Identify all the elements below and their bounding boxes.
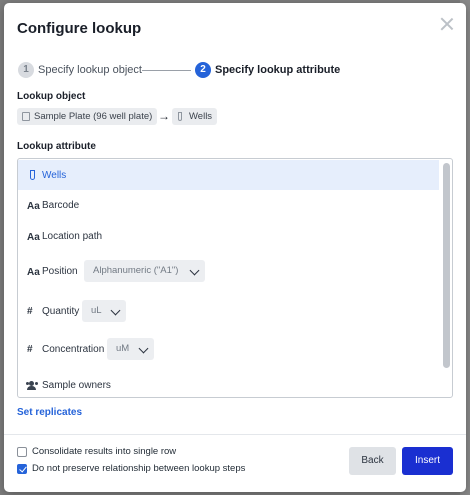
step-1-label[interactable]: Specify lookup object bbox=[38, 64, 142, 76]
chevron-down-icon bbox=[110, 305, 121, 316]
plate-icon bbox=[22, 112, 30, 121]
concentration-unit-select[interactable]: uM bbox=[107, 338, 154, 360]
select-value: Alphanumeric ("A1") bbox=[93, 265, 179, 276]
text-type-icon: Aa bbox=[27, 201, 40, 212]
consolidate-results-label: Consolidate results into single row bbox=[32, 446, 177, 457]
attribute-label: Position bbox=[42, 266, 78, 277]
select-value: uM bbox=[116, 343, 130, 354]
attribute-item-quantity[interactable]: # Quantity uL bbox=[18, 294, 439, 330]
step-2-number: 2 bbox=[195, 62, 211, 78]
attribute-label: Location path bbox=[42, 231, 103, 242]
dialog-title: Configure lookup bbox=[17, 20, 142, 37]
configure-lookup-dialog: Configure lookup 1 Specify lookup object… bbox=[4, 3, 466, 492]
chip-wells-label: Wells bbox=[189, 111, 213, 122]
attribute-item-sample-owners[interactable]: Sample owners bbox=[18, 370, 439, 397]
position-format-select[interactable]: Alphanumeric ("A1") bbox=[84, 260, 205, 282]
attribute-label: Quantity bbox=[42, 306, 80, 317]
set-replicates-link[interactable]: Set replicates bbox=[17, 407, 82, 418]
insert-button[interactable]: Insert bbox=[402, 447, 453, 475]
attribute-label: Concentration bbox=[42, 344, 105, 355]
stepper: 1 Specify lookup object 2 Specify lookup… bbox=[17, 61, 457, 79]
arrow-right-icon: → bbox=[158, 109, 170, 123]
tube-icon bbox=[30, 170, 35, 180]
text-type-icon: Aa bbox=[27, 232, 40, 243]
quantity-unit-select[interactable]: uL bbox=[82, 300, 126, 322]
preserve-relationship-checkbox[interactable] bbox=[17, 464, 27, 474]
attribute-item-concentration[interactable]: # Concentration uM bbox=[18, 332, 439, 368]
step-connector bbox=[142, 70, 191, 71]
lookup-object-chip-plate: Sample Plate (96 well plate) bbox=[17, 108, 158, 125]
text-type-icon: Aa bbox=[27, 267, 40, 278]
attribute-item-barcode[interactable]: Aa Barcode bbox=[18, 190, 439, 220]
chip-plate-label: Sample Plate (96 well plate) bbox=[34, 111, 153, 122]
number-type-icon: # bbox=[27, 344, 33, 355]
attribute-label: Sample owners bbox=[42, 380, 111, 391]
people-icon bbox=[26, 381, 38, 390]
attribute-item-position[interactable]: Aa Position Alphanumeric ("A1") bbox=[18, 252, 439, 290]
consolidate-results-checkbox[interactable] bbox=[17, 447, 27, 457]
attribute-label: Barcode bbox=[42, 200, 80, 211]
select-value: uL bbox=[91, 305, 102, 316]
attribute-list: Wells Aa Barcode Aa Location path Aa Pos… bbox=[17, 158, 453, 398]
step-2-label: Specify lookup attribute bbox=[215, 64, 341, 76]
attribute-item-location-path[interactable]: Aa Location path bbox=[18, 221, 439, 251]
number-type-icon: # bbox=[27, 306, 33, 317]
attribute-item-wells[interactable]: Wells bbox=[18, 160, 439, 190]
lookup-attribute-label: Lookup attribute bbox=[17, 141, 96, 152]
chevron-down-icon bbox=[138, 343, 149, 354]
preserve-relationship-label: Do not preserve relationship between loo… bbox=[32, 463, 246, 474]
attribute-list-scrollbar[interactable] bbox=[443, 163, 450, 368]
chevron-down-icon bbox=[189, 265, 200, 276]
tube-icon bbox=[178, 112, 182, 121]
footer-divider bbox=[4, 434, 466, 435]
attribute-label: Wells bbox=[42, 170, 67, 181]
back-button[interactable]: Back bbox=[349, 447, 396, 475]
lookup-object-label: Lookup object bbox=[17, 91, 86, 102]
close-icon[interactable] bbox=[440, 17, 454, 31]
step-1-number: 1 bbox=[18, 62, 34, 78]
lookup-object-chip-wells: Wells bbox=[172, 108, 218, 125]
